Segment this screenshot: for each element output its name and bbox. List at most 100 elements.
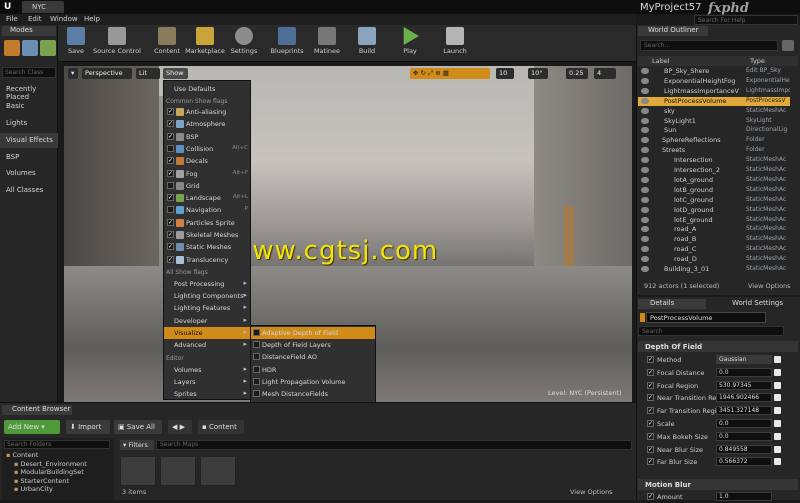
save-all-button[interactable]: ▣ Save All [114, 420, 162, 434]
show-flag-item[interactable]: Grid [164, 180, 250, 192]
mode-category-lights[interactable]: Lights [0, 116, 58, 131]
search-help-input[interactable]: Search For Help [694, 15, 798, 25]
show-flag-item[interactable]: ✓ Skeletal Meshes [164, 229, 250, 241]
content-view-options[interactable]: View Options [570, 488, 613, 496]
show-flag-checkbox[interactable] [167, 144, 174, 152]
filters-button[interactable]: ▾ Filters [120, 440, 154, 450]
visibility-eye-icon[interactable] [641, 147, 649, 154]
show-flag-checkbox[interactable]: ✓ [167, 218, 174, 226]
mode-category-recently-placed[interactable]: Recently Placed [0, 82, 58, 101]
detail-checkbox[interactable]: ✓ [647, 445, 654, 453]
editor-flag-category[interactable]: Sprites ▸ [164, 388, 250, 400]
show-flag-checkbox[interactable] [167, 181, 174, 189]
details-search-input[interactable]: Search [638, 326, 784, 336]
modes-tab[interactable]: Modes [2, 26, 56, 36]
outliner-search-input[interactable]: Search... [640, 40, 778, 51]
show-flag-category[interactable]: Lighting Features ▸ [164, 302, 250, 314]
outliner-row[interactable]: ExponentialHeightFog ExponentialHe [638, 77, 790, 87]
visualize-checkbox[interactable] [253, 353, 260, 361]
visibility-eye-icon[interactable] [641, 87, 649, 94]
visibility-eye-icon[interactable] [641, 246, 649, 253]
viewport-options-button[interactable]: ▾ [68, 68, 78, 79]
show-flag-item[interactable]: ✓ Decals [164, 155, 250, 167]
outliner-row[interactable]: BP_Sky_Shere Edit BP_Sky [638, 67, 790, 77]
source-control-button[interactable]: Source Control [92, 27, 142, 60]
detail-value-field[interactable]: 530.97345 [716, 380, 772, 390]
reset-arrow-icon[interactable] [774, 407, 781, 415]
outliner-row[interactable]: sky StaticMeshAc [638, 107, 790, 117]
visibility-eye-icon[interactable] [641, 117, 649, 124]
import-button[interactable]: ⬇ Import [66, 420, 110, 434]
use-defaults-item[interactable]: Use Defaults [164, 83, 250, 95]
detail-value-field[interactable]: 3451.327148 [716, 406, 772, 416]
asset-search-input[interactable]: Search Maps [156, 440, 632, 450]
show-flag-category[interactable]: Lighting Components ▸ [164, 290, 250, 302]
menu-help[interactable]: Help [84, 15, 100, 23]
visualize-item[interactable]: HDR [251, 364, 375, 376]
show-flag-checkbox[interactable]: ✓ [167, 243, 174, 251]
show-flag-checkbox[interactable]: ✓ [167, 231, 174, 238]
content-path-button[interactable]: ▪ Content [198, 420, 244, 434]
show-flag-item[interactable]: Navigation P [164, 204, 250, 216]
detail-checkbox[interactable]: ✓ [647, 394, 654, 402]
show-flag-item[interactable]: ✓ BSP [164, 131, 250, 143]
reset-arrow-icon[interactable] [774, 356, 781, 363]
visualize-checkbox[interactable] [253, 341, 260, 349]
visibility-eye-icon[interactable] [641, 266, 649, 272]
visibility-eye-icon[interactable] [641, 127, 649, 134]
folder-search-input[interactable]: Search Folders [4, 440, 110, 449]
editor-flag-category[interactable]: Layers ▸ [164, 376, 250, 388]
outliner-row[interactable]: Intersection_2 StaticMeshAc [638, 166, 790, 176]
grid-snap-value[interactable]: 10 [496, 68, 514, 79]
show-flag-checkbox[interactable]: ✓ [167, 120, 174, 128]
reset-arrow-icon[interactable] [774, 381, 781, 389]
tab-nyc[interactable]: NYC [22, 1, 64, 13]
reset-arrow-icon[interactable] [774, 368, 781, 376]
detail-checkbox[interactable]: ✓ [647, 407, 654, 415]
visibility-eye-icon[interactable] [641, 206, 649, 213]
visibility-eye-icon[interactable] [641, 256, 649, 263]
actor-name-field[interactable]: PostProcessVolume [646, 312, 766, 323]
outliner-row[interactable]: road_A StaticMeshAc [638, 225, 790, 235]
launch-button[interactable]: Launch [440, 27, 470, 60]
outliner-row[interactable]: lotA_ground StaticMeshAc [638, 176, 790, 186]
visibility-eye-icon[interactable] [641, 236, 649, 243]
add-new-button[interactable]: Add New ▾ [4, 420, 60, 434]
mode-category-all-classes[interactable]: All Classes [0, 183, 58, 198]
search-classes-input[interactable]: Search Class [2, 67, 56, 78]
show-flag-checkbox[interactable]: ✓ [167, 255, 174, 263]
editor-flag-category[interactable]: Volumes ▸ [164, 364, 250, 376]
visualize-item[interactable]: Mesh DistanceFields [251, 388, 375, 400]
detail-value-field[interactable]: 0.0 [716, 419, 772, 428]
outliner-row[interactable]: Intersection StaticMeshAc [638, 156, 790, 166]
reset-arrow-icon[interactable] [774, 458, 781, 466]
show-flag-checkbox[interactable]: ✓ [167, 132, 174, 140]
show-flag-checkbox[interactable]: ✓ [167, 169, 174, 177]
map-thumbnail[interactable] [120, 456, 156, 486]
show-button[interactable]: Show [163, 68, 188, 79]
folder-item[interactable]: ▪ StarterContent [14, 477, 69, 485]
depth-of-field-section[interactable]: Depth Of Field [638, 341, 798, 352]
visualize-item[interactable]: Adaptive Depth of Field [251, 327, 375, 339]
visibility-eye-icon[interactable] [641, 216, 649, 223]
perspective-button[interactable]: Perspective [82, 68, 132, 79]
visibility-eye-icon[interactable] [641, 186, 649, 193]
map-thumbnail[interactable] [200, 456, 236, 486]
settings-button[interactable]: Settings [228, 27, 260, 60]
outliner-row[interactable]: lotB_ground StaticMeshAc [638, 186, 790, 196]
visualize-checkbox[interactable] [253, 390, 260, 397]
matinee-button[interactable]: Matinee [312, 27, 342, 60]
outliner-row[interactable]: road_B StaticMeshAc [638, 235, 790, 245]
show-flag-category[interactable]: Developer ▸ [164, 315, 250, 327]
outliner-view-options[interactable]: View Options [748, 282, 791, 290]
show-flag-item[interactable]: ✓ Static Meshes [164, 241, 250, 253]
show-flag-checkbox[interactable]: ✓ [167, 157, 174, 165]
outliner-row[interactable]: Building_3_01 StaticMeshAc [638, 265, 790, 275]
content-browser-tab[interactable]: Content Browser [2, 405, 72, 415]
detail-value-field[interactable]: 0.566372 [716, 457, 772, 467]
detail-checkbox[interactable]: ✓ [647, 432, 654, 440]
visualize-item[interactable]: DistanceField AO [251, 351, 375, 363]
visualize-checkbox[interactable] [253, 329, 260, 336]
visibility-eye-icon[interactable] [641, 68, 649, 74]
detail-checkbox[interactable]: ✓ [647, 420, 654, 427]
